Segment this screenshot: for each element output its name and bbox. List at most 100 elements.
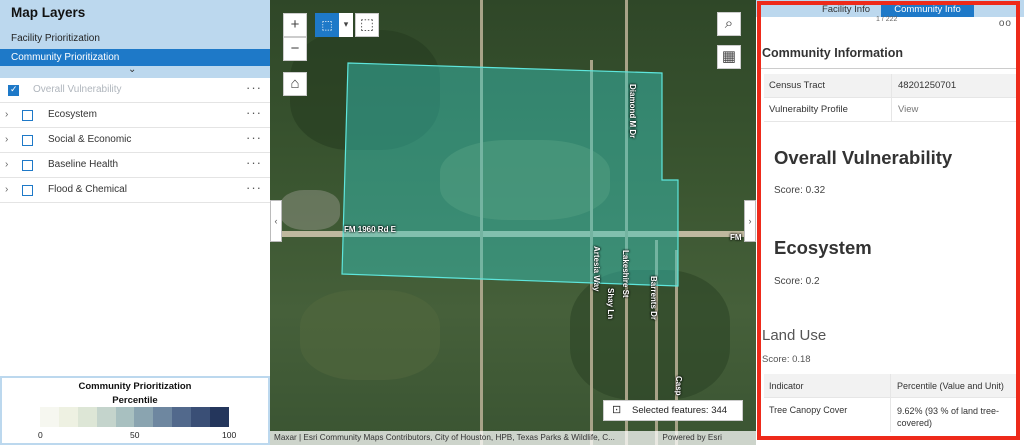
legend-subtitle: Percentile	[112, 395, 158, 406]
column-divider	[891, 98, 892, 121]
view-profile-link[interactable]: View	[898, 104, 918, 115]
tab-facility-info[interactable]: Facility Info	[811, 2, 881, 17]
land-use-heading: Land Use	[762, 327, 827, 344]
checkbox-baseline-health[interactable]	[22, 160, 33, 171]
table-header-row: Indicator Percentile (Value and Unit)	[764, 374, 1016, 398]
more-icon[interactable]: ···	[246, 80, 262, 95]
ecosystem-heading: Ecosystem	[774, 237, 872, 258]
search-button[interactable]: ⌕	[717, 12, 741, 36]
legend-tick-100: 100	[222, 430, 237, 440]
overall-vulnerability-heading: Overall Vulnerability	[774, 147, 953, 168]
layer-label: Ecosystem	[48, 109, 97, 120]
legend-swatch	[40, 407, 59, 427]
section-divider	[760, 68, 1016, 69]
legend: Community Prioritization Percentile 0 50…	[0, 376, 270, 445]
column-divider	[891, 74, 892, 97]
feature-pager[interactable]: 1 / 222	[876, 16, 897, 23]
road-label-fm1960: FM 1960 Rd E	[344, 225, 397, 234]
row-key: Vulnerabilty Profile	[769, 104, 848, 115]
layer-label: Flood & Chemical	[48, 184, 127, 195]
collapse-left-panel-button[interactable]: ‹	[270, 200, 282, 242]
layer-overall-vulnerability[interactable]: Overall Vulnerability ···	[0, 78, 270, 103]
indicator-name: Tree Canopy Cover	[769, 405, 848, 415]
caret-down-icon: ▾	[343, 19, 349, 29]
clear-select-icon: ⬚	[359, 16, 375, 33]
checkbox-ecosystem[interactable]	[22, 110, 33, 121]
more-icon[interactable]: ···	[246, 130, 262, 145]
column-divider	[890, 374, 891, 397]
legend-title: Community Prioritization	[78, 381, 192, 392]
legend-swatch	[153, 407, 173, 427]
road-label-diamond: Diamond M Dr	[628, 84, 637, 139]
tab-community-info[interactable]: Community Info	[881, 2, 974, 17]
legend-swatch	[58, 407, 78, 427]
indicator-value: 9.62% (93 % of land tree-covered)	[897, 406, 1000, 428]
table-row: Vulnerabilty Profile View	[764, 98, 1016, 122]
layer-label: Overall Vulnerability	[33, 84, 122, 95]
expand-icon[interactable]: ›	[5, 159, 8, 170]
expand-icon[interactable]: ›	[5, 184, 8, 195]
qr-code-button[interactable]: ▦	[717, 45, 741, 69]
option-facility-prioritization[interactable]: Facility Prioritization	[0, 30, 270, 47]
road-label-fm: FM	[730, 233, 742, 242]
road-label-casp: Casp	[674, 376, 683, 396]
checkbox-flood-chemical[interactable]	[22, 185, 33, 196]
qr-icon: ▦	[721, 48, 737, 65]
info-tabs: Facility Info Community Info	[756, 0, 1024, 17]
layer-flood-chemical[interactable]: › Flood & Chemical ···	[0, 178, 270, 203]
checkbox-social-economic[interactable]	[22, 135, 33, 146]
legend-swatch	[172, 407, 192, 427]
indicator-header: Indicator	[769, 381, 804, 391]
select-icon: ⬚	[321, 18, 333, 32]
map-layers-panel: Map Layers Facility Prioritization Commu…	[0, 0, 270, 445]
more-icon[interactable]: ···	[246, 155, 262, 170]
home-button[interactable]: ⌂	[283, 72, 307, 96]
zoom-to-selection-icon: ⊡	[612, 404, 622, 416]
legend-swatch	[115, 407, 135, 427]
collapse-right-panel-button[interactable]: ›	[744, 200, 756, 242]
map-view[interactable]: FM 1960 Rd E FM Diamond M Dr Artesia Way…	[270, 0, 756, 445]
section-title: Community Information	[762, 46, 903, 60]
panel-title: Map Layers	[11, 5, 86, 20]
layer-label: Baseline Health	[48, 159, 119, 170]
overall-score: Score: 0.32	[774, 185, 826, 196]
powered-by-esri[interactable]: Powered by Esri	[662, 431, 722, 445]
legend-swatches	[40, 407, 229, 427]
map-attribution: Maxar | Esri Community Maps Contributors…	[270, 431, 756, 445]
layer-label: Social & Economic	[48, 134, 132, 145]
selected-area-polygon[interactable]	[270, 0, 756, 445]
zoom-out-button[interactable]: −	[283, 37, 307, 61]
road-label-lakeshire: Lakeshire St	[621, 250, 630, 298]
road-label-barrents: Barrents Dr	[649, 276, 658, 321]
more-icon[interactable]: ···	[246, 105, 262, 120]
select-dropdown-button[interactable]: ▾	[339, 13, 353, 37]
selected-features-indicator[interactable]: ⊡ Selected features: 344	[603, 400, 743, 421]
legend-swatch	[191, 407, 211, 427]
expand-icon[interactable]: ›	[5, 134, 8, 145]
overflow-icon[interactable]: oo	[999, 18, 1012, 29]
layer-ecosystem[interactable]: › Ecosystem ···	[0, 103, 270, 128]
legend-swatch	[210, 407, 229, 427]
checkbox-overall-vulnerability[interactable]	[8, 84, 19, 96]
legend-swatch	[77, 407, 97, 427]
select-tool-button[interactable]: ⬚	[315, 13, 339, 37]
attribution-text: Maxar | Esri Community Maps Contributors…	[274, 433, 615, 442]
clear-selection-button[interactable]: ⬚	[355, 13, 379, 37]
chevron-down-icon[interactable]: ⌄	[128, 64, 136, 75]
table-row: Census Tract 48201250701	[764, 74, 1016, 98]
expand-icon[interactable]: ›	[5, 109, 8, 120]
indicator-table: Indicator Percentile (Value and Unit) Tr…	[764, 374, 1016, 432]
road-label-artesia: Artesia Way	[592, 246, 601, 292]
zoom-in-button[interactable]: +	[283, 13, 307, 37]
layer-baseline-health[interactable]: › Baseline Health ···	[0, 153, 270, 178]
more-icon[interactable]: ···	[246, 180, 262, 195]
legend-tick-0: 0	[38, 430, 43, 440]
legend-swatch	[134, 407, 154, 427]
search-icon: ⌕	[724, 15, 734, 32]
percentile-header: Percentile (Value and Unit)	[897, 381, 1004, 391]
layers-header: Map Layers Facility Prioritization Commu…	[0, 0, 270, 78]
app-root: Map Layers Facility Prioritization Commu…	[0, 0, 1024, 445]
legend-tick-50: 50	[130, 430, 140, 440]
layer-social-economic[interactable]: › Social & Economic ···	[0, 128, 270, 153]
road-label-shay: Shay Ln	[606, 288, 615, 320]
